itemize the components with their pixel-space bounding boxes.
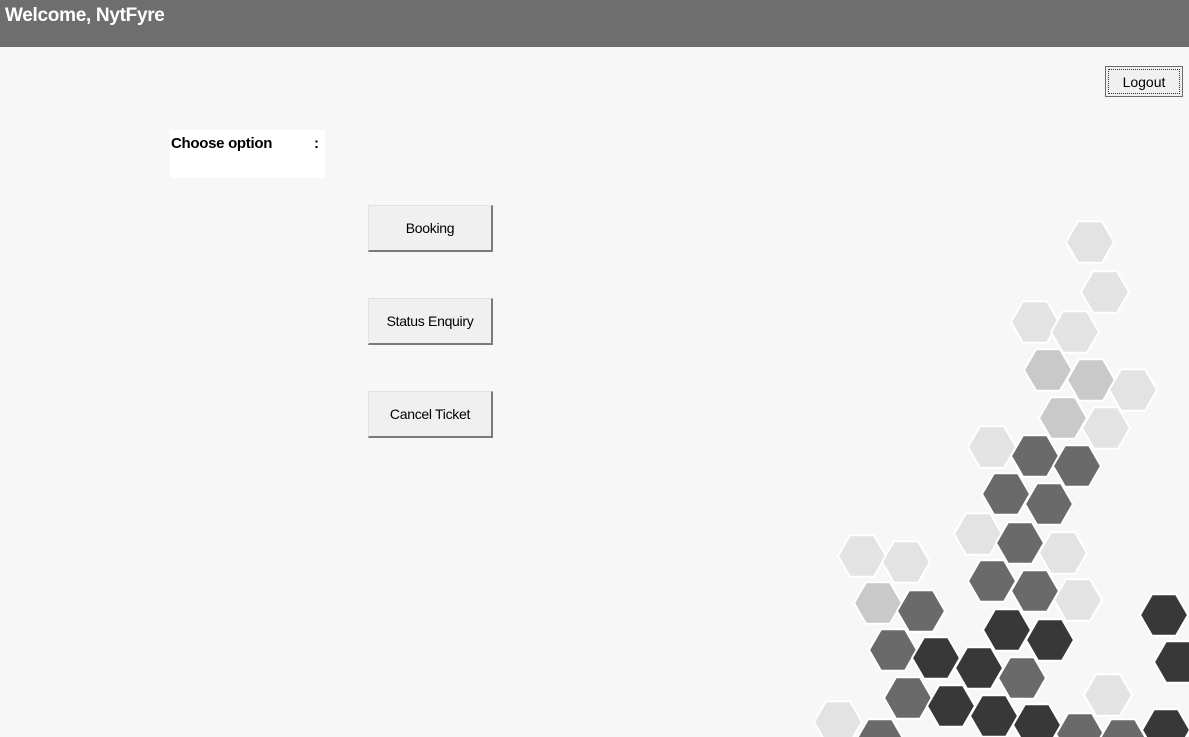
hexagon-tile [1065,358,1117,402]
hexagon-tile [852,581,904,625]
hexagon-tile [1009,300,1061,344]
hexagon-tile [1037,396,1089,440]
hexagon-tile [880,540,932,584]
hexagon-tile [1023,482,1075,526]
hexagon-tile [1152,640,1189,684]
hexagon-tile [1064,220,1116,264]
hexagon-tile [1051,444,1103,488]
hexagon-tile [895,589,947,633]
hexagon-tile [1079,270,1131,314]
hexagon-tile [1140,708,1189,737]
hexagon-tile [1024,618,1076,662]
hexagon-tile [1107,368,1159,412]
hexagon-tile [836,534,888,578]
hexagon-tile [966,559,1018,603]
hexagon-tile [966,425,1018,469]
hexagon-tile [994,521,1046,565]
hexagon-tile [812,700,864,737]
hexagon-tile [953,646,1005,690]
hexagon-tile [981,608,1033,652]
hexagon-pattern-decoration [812,220,1189,737]
hexagon-tile [1049,310,1101,354]
hexagon-tile [1099,718,1147,737]
hexagon-tile [910,636,962,680]
hexagon-tile [1009,434,1061,478]
hexagon-tile [925,684,977,728]
hexagon-tile [1037,531,1089,575]
hexagon-tile [980,472,1032,516]
hexagon-tile [1022,348,1074,392]
hexagon-tile [1009,569,1061,613]
hexagon-tile [882,676,934,720]
hexagon-tile [968,694,1020,737]
hexagon-tile [996,656,1048,700]
hexagon-tile [1011,703,1063,737]
hexagon-tile [1080,406,1132,450]
hexagon-tile [856,718,904,737]
hexagon-tile [1138,593,1189,637]
hexagon-tile [867,628,919,672]
hexagon-tile [1052,578,1104,622]
hexagon-tile [1082,673,1134,717]
hexagon-tile [952,512,1004,556]
